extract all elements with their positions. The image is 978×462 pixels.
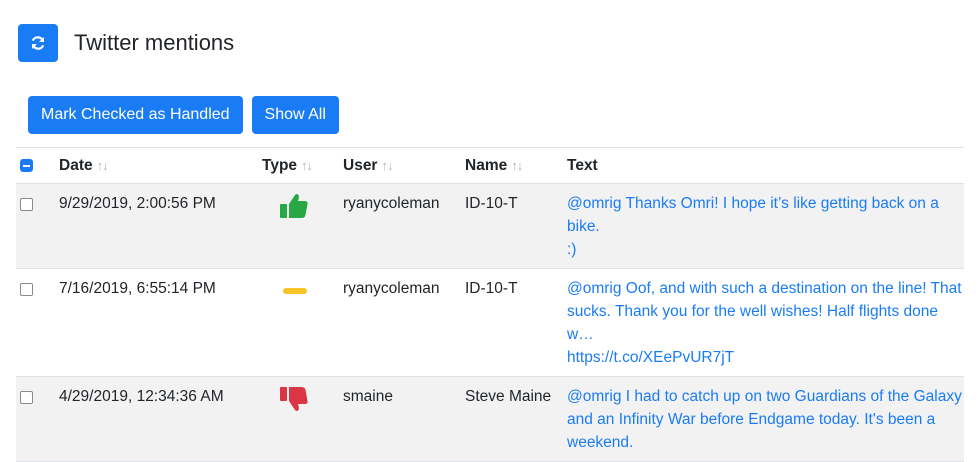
name-cell: ID-10-T — [464, 268, 566, 377]
action-bar: Mark Checked as Handled Show All — [28, 96, 339, 134]
row-checkbox[interactable] — [20, 283, 33, 296]
date-cell: 9/29/2019, 2:00:56 PM — [58, 183, 261, 269]
sort-icon[interactable]: ↑↓ — [511, 158, 523, 173]
row-checkbox[interactable] — [20, 391, 33, 404]
thumbs-down-icon — [280, 387, 308, 411]
column-header-type[interactable]: Type ↑↓ — [261, 147, 342, 184]
name-cell: Steve Maine — [464, 376, 566, 462]
sort-icon[interactable]: ↑↓ — [381, 158, 393, 173]
date-cell: 7/16/2019, 6:55:14 PM — [58, 268, 261, 377]
text-cell: @omrig I had to catch up on two Guardian… — [566, 376, 964, 462]
table-header-row: Date ↑↓ Type ↑↓ User ↑↓ Name ↑↓ Text — [16, 147, 964, 184]
tweet-link[interactable]: @omrig Thanks Omri! I hope it’s like get… — [567, 195, 939, 258]
name-cell: ID-10-T — [464, 183, 566, 269]
user-cell: ryanycoleman — [342, 268, 464, 377]
page-title: Twitter mentions — [74, 30, 235, 55]
refresh-icon — [31, 36, 45, 50]
refresh-button[interactable] — [18, 24, 58, 62]
mark-handled-button[interactable]: Mark Checked as Handled — [28, 96, 243, 134]
text-cell: @omrig Thanks Omri! I hope it’s like get… — [566, 183, 964, 269]
user-cell: ryanycoleman — [342, 183, 464, 269]
date-cell: 4/29/2019, 12:34:36 AM — [58, 376, 261, 462]
sort-icon[interactable]: ↑↓ — [97, 158, 109, 173]
column-header-text: Text — [566, 147, 964, 184]
text-cell: @omrig Oof, and with such a destination … — [566, 268, 964, 377]
type-cell — [261, 268, 342, 377]
column-header-user[interactable]: User ↑↓ — [342, 147, 464, 184]
tweet-link[interactable]: @omrig I had to catch up on two Guardian… — [567, 388, 962, 451]
table-row: 4/29/2019, 12:34:36 AM smaine Steve Main… — [16, 376, 964, 462]
row-checkbox[interactable] — [20, 198, 33, 211]
neutral-bar-icon — [283, 288, 307, 294]
thumbs-up-icon — [280, 194, 308, 218]
user-cell: smaine — [342, 376, 464, 462]
column-header-date[interactable]: Date ↑↓ — [58, 147, 261, 184]
type-cell — [261, 376, 342, 462]
mentions-table: Date ↑↓ Type ↑↓ User ↑↓ Name ↑↓ Text 9/29/20… — [16, 147, 964, 462]
table-row: 9/29/2019, 2:00:56 PM ryanycoleman ID-10… — [16, 183, 964, 269]
sort-icon[interactable]: ↑↓ — [301, 158, 313, 173]
table-row: 7/16/2019, 6:55:14 PM ryanycoleman ID-10… — [16, 268, 964, 377]
column-header-name[interactable]: Name ↑↓ — [464, 147, 566, 184]
select-all-checkbox[interactable] — [20, 158, 33, 172]
show-all-button[interactable]: Show All — [251, 96, 339, 134]
type-cell — [261, 183, 342, 269]
tweet-link[interactable]: @omrig Oof, and with such a destination … — [567, 280, 962, 366]
page-header: Twitter mentions — [18, 24, 234, 62]
